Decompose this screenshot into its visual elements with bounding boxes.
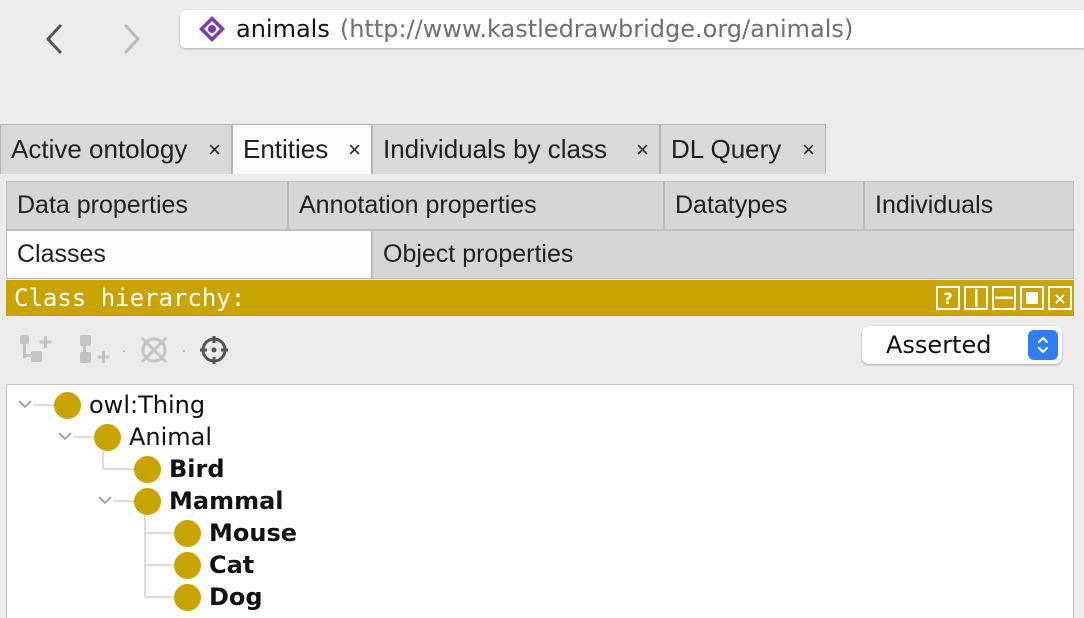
tab-object-properties[interactable]: Object properties	[372, 230, 1074, 279]
toolbar-separator: ·	[121, 342, 127, 358]
expand-chevron-icon	[58, 432, 72, 441]
tab-classes[interactable]: Classes	[6, 230, 372, 279]
tree-node-dog[interactable]: Dog	[174, 581, 263, 613]
toolbar-separator: ·	[181, 342, 187, 358]
tab-data-properties[interactable]: Data properties	[6, 181, 288, 230]
tab-individuals[interactable]: Individuals	[864, 181, 1074, 230]
tab-individuals-by-class[interactable]: Individuals by class ×	[372, 124, 660, 174]
find-target-icon[interactable]	[194, 330, 234, 370]
split-vertical-icon[interactable]	[964, 286, 988, 310]
updown-arrows-icon	[1028, 330, 1058, 360]
delete-class-icon[interactable]	[134, 330, 174, 370]
tree-node-owl-thing[interactable]: owl:Thing	[54, 389, 205, 421]
tree-node-mammal[interactable]: Mammal	[134, 485, 284, 517]
hierarchy-mode-value: Asserted	[886, 331, 992, 359]
class-circle-icon	[174, 551, 201, 579]
workspace-tabs: Active ontology × Entities × Individuals…	[0, 124, 826, 174]
class-label: owl:Thing	[89, 391, 206, 419]
close-icon[interactable]: ×	[208, 137, 221, 163]
back-button[interactable]	[37, 22, 71, 56]
class-circle-icon	[94, 423, 121, 451]
tree-node-bird[interactable]: Bird	[134, 453, 225, 485]
close-icon[interactable]: ×	[636, 137, 649, 163]
class-circle-icon	[134, 487, 161, 515]
class-circle-icon	[134, 455, 161, 483]
expand-chevron-icon	[98, 496, 112, 505]
help-icon[interactable]: ?	[936, 286, 960, 310]
maximize-icon[interactable]	[1020, 286, 1044, 310]
class-circle-icon	[54, 391, 81, 419]
class-circle-icon	[174, 583, 201, 611]
class-label: Mammal	[169, 487, 284, 515]
tree-node-animal[interactable]: Animal	[94, 421, 212, 453]
ontology-address-bar[interactable]: animals (http://www.kastledrawbridge.org…	[180, 10, 1084, 48]
tab-entities[interactable]: Entities ×	[232, 124, 372, 174]
chevron-right-icon	[124, 24, 140, 54]
expand-chevron-icon	[18, 400, 32, 409]
hierarchy-toolbar: · ·	[14, 328, 234, 372]
class-hierarchy-header: Class hierarchy: ? ×	[6, 280, 1074, 316]
class-circle-icon	[174, 519, 201, 547]
close-icon[interactable]: ×	[348, 137, 361, 163]
class-label: Animal	[129, 423, 213, 451]
tab-annotation-properties[interactable]: Annotation properties	[288, 181, 664, 230]
split-horizontal-icon[interactable]	[992, 286, 1016, 310]
hierarchy-mode-select[interactable]: Asserted	[862, 326, 1062, 364]
class-label: Cat	[209, 551, 255, 579]
tab-label: Active ontology	[11, 134, 188, 164]
ontology-name: animals	[236, 15, 330, 43]
tab-label: Entities	[243, 134, 329, 164]
view-title: Class hierarchy:	[14, 284, 246, 312]
close-view-icon[interactable]: ×	[1048, 286, 1072, 310]
chevron-left-icon	[46, 24, 62, 54]
tree-node-cat[interactable]: Cat	[174, 549, 254, 581]
ontology-iri: (http://www.kastledrawbridge.org/animals…	[339, 15, 854, 43]
tab-label: DL Query	[671, 134, 782, 164]
entity-tabs: Data properties Annotation properties Da…	[6, 181, 1074, 279]
class-label: Mouse	[209, 519, 298, 547]
class-tree[interactable]: owl:Thing Animal Bird Mammal Mouse Cat D…	[6, 384, 1074, 618]
class-label: Dog	[209, 583, 263, 611]
forward-button[interactable]	[115, 22, 149, 56]
close-icon[interactable]: ×	[802, 137, 815, 163]
ontology-diamond-icon	[199, 16, 225, 42]
add-subclass-icon[interactable]	[14, 330, 54, 370]
tab-dl-query[interactable]: DL Query ×	[660, 124, 826, 174]
tree-node-mouse[interactable]: Mouse	[174, 517, 297, 549]
tab-datatypes[interactable]: Datatypes	[664, 181, 864, 230]
class-label: Bird	[169, 455, 225, 483]
tab-label: Individuals by class	[383, 134, 607, 164]
view-controls: ? ×	[936, 286, 1072, 310]
tab-active-ontology[interactable]: Active ontology ×	[0, 124, 232, 174]
add-sibling-class-icon[interactable]	[74, 330, 114, 370]
